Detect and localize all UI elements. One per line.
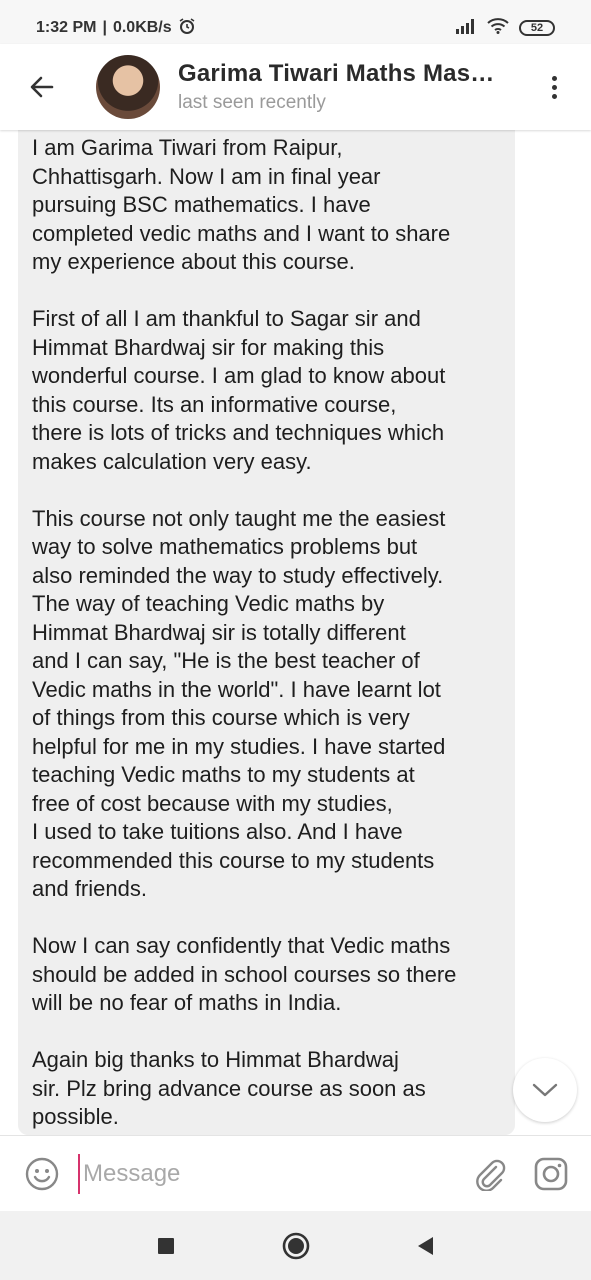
status-separator: | [102, 19, 107, 36]
message-paragraph: First of all I am thankful to Sagar sir … [32, 306, 446, 474]
emoji-button[interactable] [22, 1154, 62, 1194]
recents-icon [157, 1237, 174, 1254]
system-nav-bar [0, 1211, 591, 1280]
more-vertical-icon-dot [551, 93, 557, 99]
status-time: 1:32 PM [36, 19, 97, 36]
status-right: 52 [455, 17, 555, 39]
chevron-down-icon [532, 1083, 558, 1097]
chat-title: Garima Tiwari Maths Mas… [178, 60, 495, 87]
message-paragraph: This course not only taught me the easie… [32, 505, 446, 902]
chat-area[interactable]: I am Garima Tiwari from Raipur, Chhattis… [0, 130, 591, 1135]
battery-icon: 52 [519, 20, 555, 36]
recents-button[interactable] [148, 1228, 184, 1264]
status-left: 1:32 PM | 0.0KB/s [36, 17, 455, 40]
scroll-down-button[interactable] [513, 1058, 577, 1122]
system-back-button[interactable] [408, 1228, 444, 1264]
wifi-icon [487, 17, 509, 39]
avatar[interactable] [96, 55, 160, 119]
message-input[interactable] [78, 1153, 469, 1194]
message-input-bar [0, 1135, 591, 1211]
status-network-speed: 0.0KB/s [112, 19, 172, 36]
chat-subtitle: last seen recently [178, 92, 326, 113]
home-icon [282, 1232, 309, 1259]
chat-header: Garima Tiwari Maths Mas… last seen recen… [0, 44, 591, 130]
back-button[interactable] [22, 67, 62, 107]
signal-icon [455, 18, 477, 39]
message-paragraph: Again big thanks to Himmat Bhardwaj sir.… [32, 1047, 426, 1129]
attach-button[interactable] [469, 1154, 509, 1194]
message-paragraph: Now I can say confidently that Vedic mat… [32, 933, 457, 1015]
message-bubble[interactable]: I am Garima Tiwari from Raipur, Chhattis… [18, 130, 515, 1135]
emoji-icon [25, 1157, 59, 1190]
attach-icon [476, 1159, 506, 1191]
more-vertical-icon-dot [551, 75, 557, 81]
more-menu-button[interactable] [539, 65, 569, 109]
chat-title-block[interactable]: Garima Tiwari Maths Mas… last seen recen… [178, 60, 539, 114]
camera-icon [534, 1157, 568, 1190]
message-paragraph: I am Garima Tiwari from Raipur, Chhattis… [32, 135, 451, 274]
home-button[interactable] [278, 1228, 314, 1264]
back-arrow-icon [30, 76, 54, 98]
back-triangle-icon [417, 1236, 433, 1255]
alarm-icon [178, 17, 196, 40]
camera-button[interactable] [531, 1154, 571, 1194]
more-vertical-icon-dot [551, 84, 557, 90]
